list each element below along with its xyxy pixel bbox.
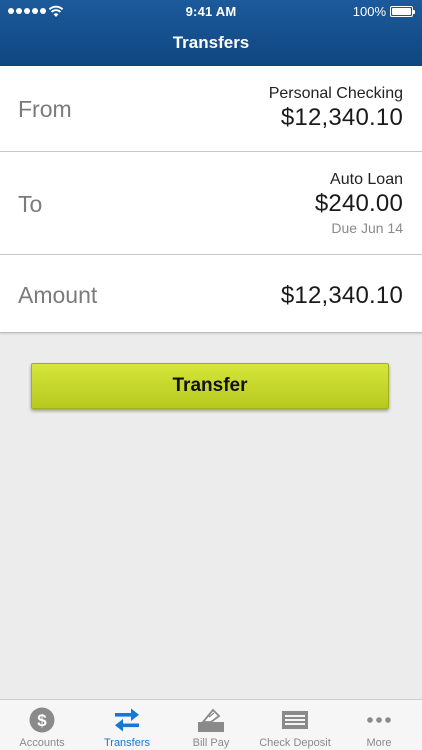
amount-details: $12,340.10	[281, 281, 403, 311]
from-account-balance: $12,340.10	[280, 104, 403, 131]
tab-accounts-label: Accounts	[19, 737, 65, 749]
to-account-amount: $240.00	[314, 190, 403, 217]
from-label: From	[18, 96, 72, 122]
from-account-row[interactable]: From Personal Checking $12,340.10	[0, 66, 422, 152]
header: 9:41 AM 100% Transfers	[0, 0, 422, 66]
to-account-row[interactable]: To Auto Loan $240.00 Due Jun 14	[0, 152, 422, 255]
tab-transfers-label: Transfers	[103, 737, 151, 749]
tab-check-deposit-label: Check Deposit	[259, 737, 331, 749]
battery-percentage: 100%	[352, 4, 386, 19]
transfer-button[interactable]: Transfer	[31, 363, 389, 409]
svg-text:$: $	[37, 711, 47, 730]
amount-row[interactable]: Amount $12,340.10	[0, 255, 422, 333]
tab-bill-pay[interactable]: Bill Pay	[169, 700, 253, 750]
to-account-details: Auto Loan $240.00 Due Jun 14	[315, 171, 403, 237]
from-account-details: Personal Checking $12,340.10	[269, 85, 403, 133]
more-dots-icon	[367, 717, 391, 723]
to-label: To	[18, 191, 43, 217]
status-bar: 9:41 AM 100%	[0, 0, 422, 24]
page-title: Transfers	[172, 33, 250, 52]
tab-more[interactable]: More	[337, 700, 421, 750]
dollar-circle-icon: $	[29, 707, 55, 733]
tab-bar: $ Accounts Transfers Bill Pay Check Depo…	[0, 699, 422, 750]
tab-bill-pay-label: Bill Pay	[192, 737, 230, 749]
transfer-arrows-icon	[115, 708, 139, 732]
tab-transfers[interactable]: Transfers	[85, 700, 169, 750]
from-account-name: Personal Checking	[268, 85, 403, 102]
amount-label: Amount	[18, 282, 98, 308]
amount-value: $12,340.10	[280, 282, 403, 309]
check-deposit-icon	[282, 711, 308, 729]
tab-more-label: More	[366, 737, 392, 749]
battery-icon	[390, 6, 415, 17]
tab-check-deposit[interactable]: Check Deposit	[253, 700, 337, 750]
to-account-name: Auto Loan	[330, 171, 403, 188]
bill-pay-icon	[198, 708, 224, 732]
transfers-screen: 9:41 AM 100% Transfers From Personal Che…	[0, 0, 422, 750]
to-account-due-date: Due Jun 14	[331, 220, 403, 236]
tab-accounts[interactable]: $ Accounts	[0, 700, 84, 750]
